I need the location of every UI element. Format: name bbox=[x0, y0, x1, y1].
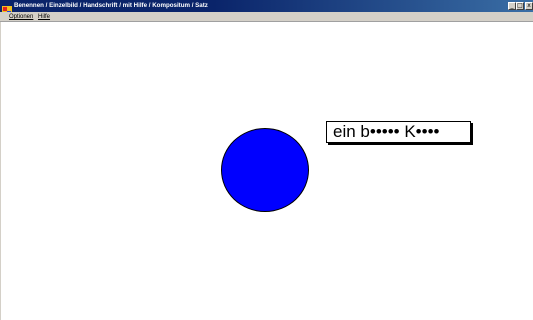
maximize-button[interactable]: □ bbox=[516, 2, 524, 10]
app-icon[interactable] bbox=[2, 1, 12, 16]
close-button[interactable]: x bbox=[525, 2, 533, 10]
menu-hilfe[interactable]: Hilfe bbox=[38, 12, 50, 22]
answer-text-box[interactable]: ein b••••• K•••• bbox=[326, 121, 471, 143]
menu-optionen[interactable]: Optionen bbox=[9, 12, 33, 22]
window-title: Benennen / Einzelbild / Handschrift / mi… bbox=[14, 2, 208, 9]
minimize-button[interactable]: _ bbox=[508, 2, 516, 10]
menu-bar: Optionen Hilfe bbox=[0, 12, 533, 22]
title-bar[interactable]: Benennen / Einzelbild / Handschrift / mi… bbox=[0, 0, 533, 16]
blue-circle-picture bbox=[221, 128, 309, 212]
